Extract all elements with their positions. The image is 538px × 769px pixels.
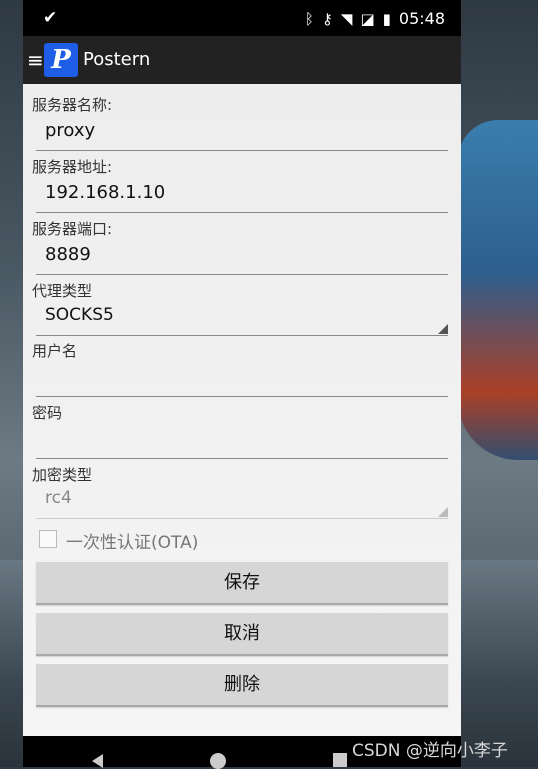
app-bar: ≡ P Postern <box>23 36 461 84</box>
server-name-label: 服务器名称: <box>32 96 113 114</box>
server-port-label: 服务器端口: <box>32 220 113 238</box>
server-name-field[interactable]: proxy <box>36 116 448 151</box>
proxy-form: 服务器名称: proxy 服务器地址: 192.168.1.10 服务器端口: … <box>23 84 461 736</box>
server-address-field[interactable]: 192.168.1.10 <box>36 178 448 213</box>
no-sim-icon: ◪ <box>360 9 375 28</box>
username-field[interactable] <box>36 362 448 397</box>
encryption-type-select: rc4 <box>36 484 448 519</box>
password-field[interactable] <box>36 424 448 459</box>
server-name-value: proxy <box>45 120 96 141</box>
server-address-label: 服务器地址: <box>32 158 113 176</box>
wifi-icon: ◥ <box>340 9 353 28</box>
status-bar: ✔ ᛒ ⚷ ◥ ◪ ▮ 05:48 <box>23 0 461 36</box>
status-time: 05:48 <box>398 9 445 28</box>
cancel-button[interactable]: 取消 <box>36 613 448 656</box>
vpn-key-icon: ⚷ <box>321 9 333 28</box>
ota-checkbox <box>39 530 57 548</box>
dropdown-arrow-icon <box>438 507 448 517</box>
recent-apps-icon[interactable] <box>333 753 347 767</box>
proxy-type-value: SOCKS5 <box>45 305 114 325</box>
proxy-type-label: 代理类型 <box>32 282 93 300</box>
app-logo: P <box>44 43 78 77</box>
download-done-icon: ✔ <box>43 8 58 28</box>
watermark: CSDN @逆向小李子 <box>352 741 508 761</box>
proxy-type-select[interactable]: SOCKS5 <box>36 301 448 336</box>
server-address-value: 192.168.1.10 <box>45 182 166 203</box>
save-button[interactable]: 保存 <box>36 562 448 605</box>
dropdown-arrow-icon <box>438 324 448 334</box>
ota-checkbox-label: 一次性认证(OTA) <box>66 533 199 553</box>
encryption-type-value: rc4 <box>45 488 72 508</box>
phone-screen: ✔ ᛒ ⚷ ◥ ◪ ▮ 05:48 ≡ P Postern 服务器名称: pro… <box>23 0 461 767</box>
server-port-value: 8889 <box>45 244 91 265</box>
delete-button[interactable]: 删除 <box>36 664 448 707</box>
back-icon[interactable] <box>92 754 103 768</box>
server-port-field[interactable]: 8889 <box>36 240 448 275</box>
wallpaper-balloon <box>458 120 538 460</box>
username-label: 用户名 <box>32 342 78 360</box>
password-label: 密码 <box>32 404 63 422</box>
app-title: Postern <box>83 49 151 70</box>
battery-icon: ▮ <box>382 9 391 28</box>
menu-icon[interactable]: ≡ <box>27 48 44 72</box>
encryption-type-label: 加密类型 <box>32 466 93 484</box>
status-icons: ᛒ ⚷ ◥ ◪ ▮ 05:48 <box>305 9 445 28</box>
bluetooth-icon: ᛒ <box>304 9 314 28</box>
